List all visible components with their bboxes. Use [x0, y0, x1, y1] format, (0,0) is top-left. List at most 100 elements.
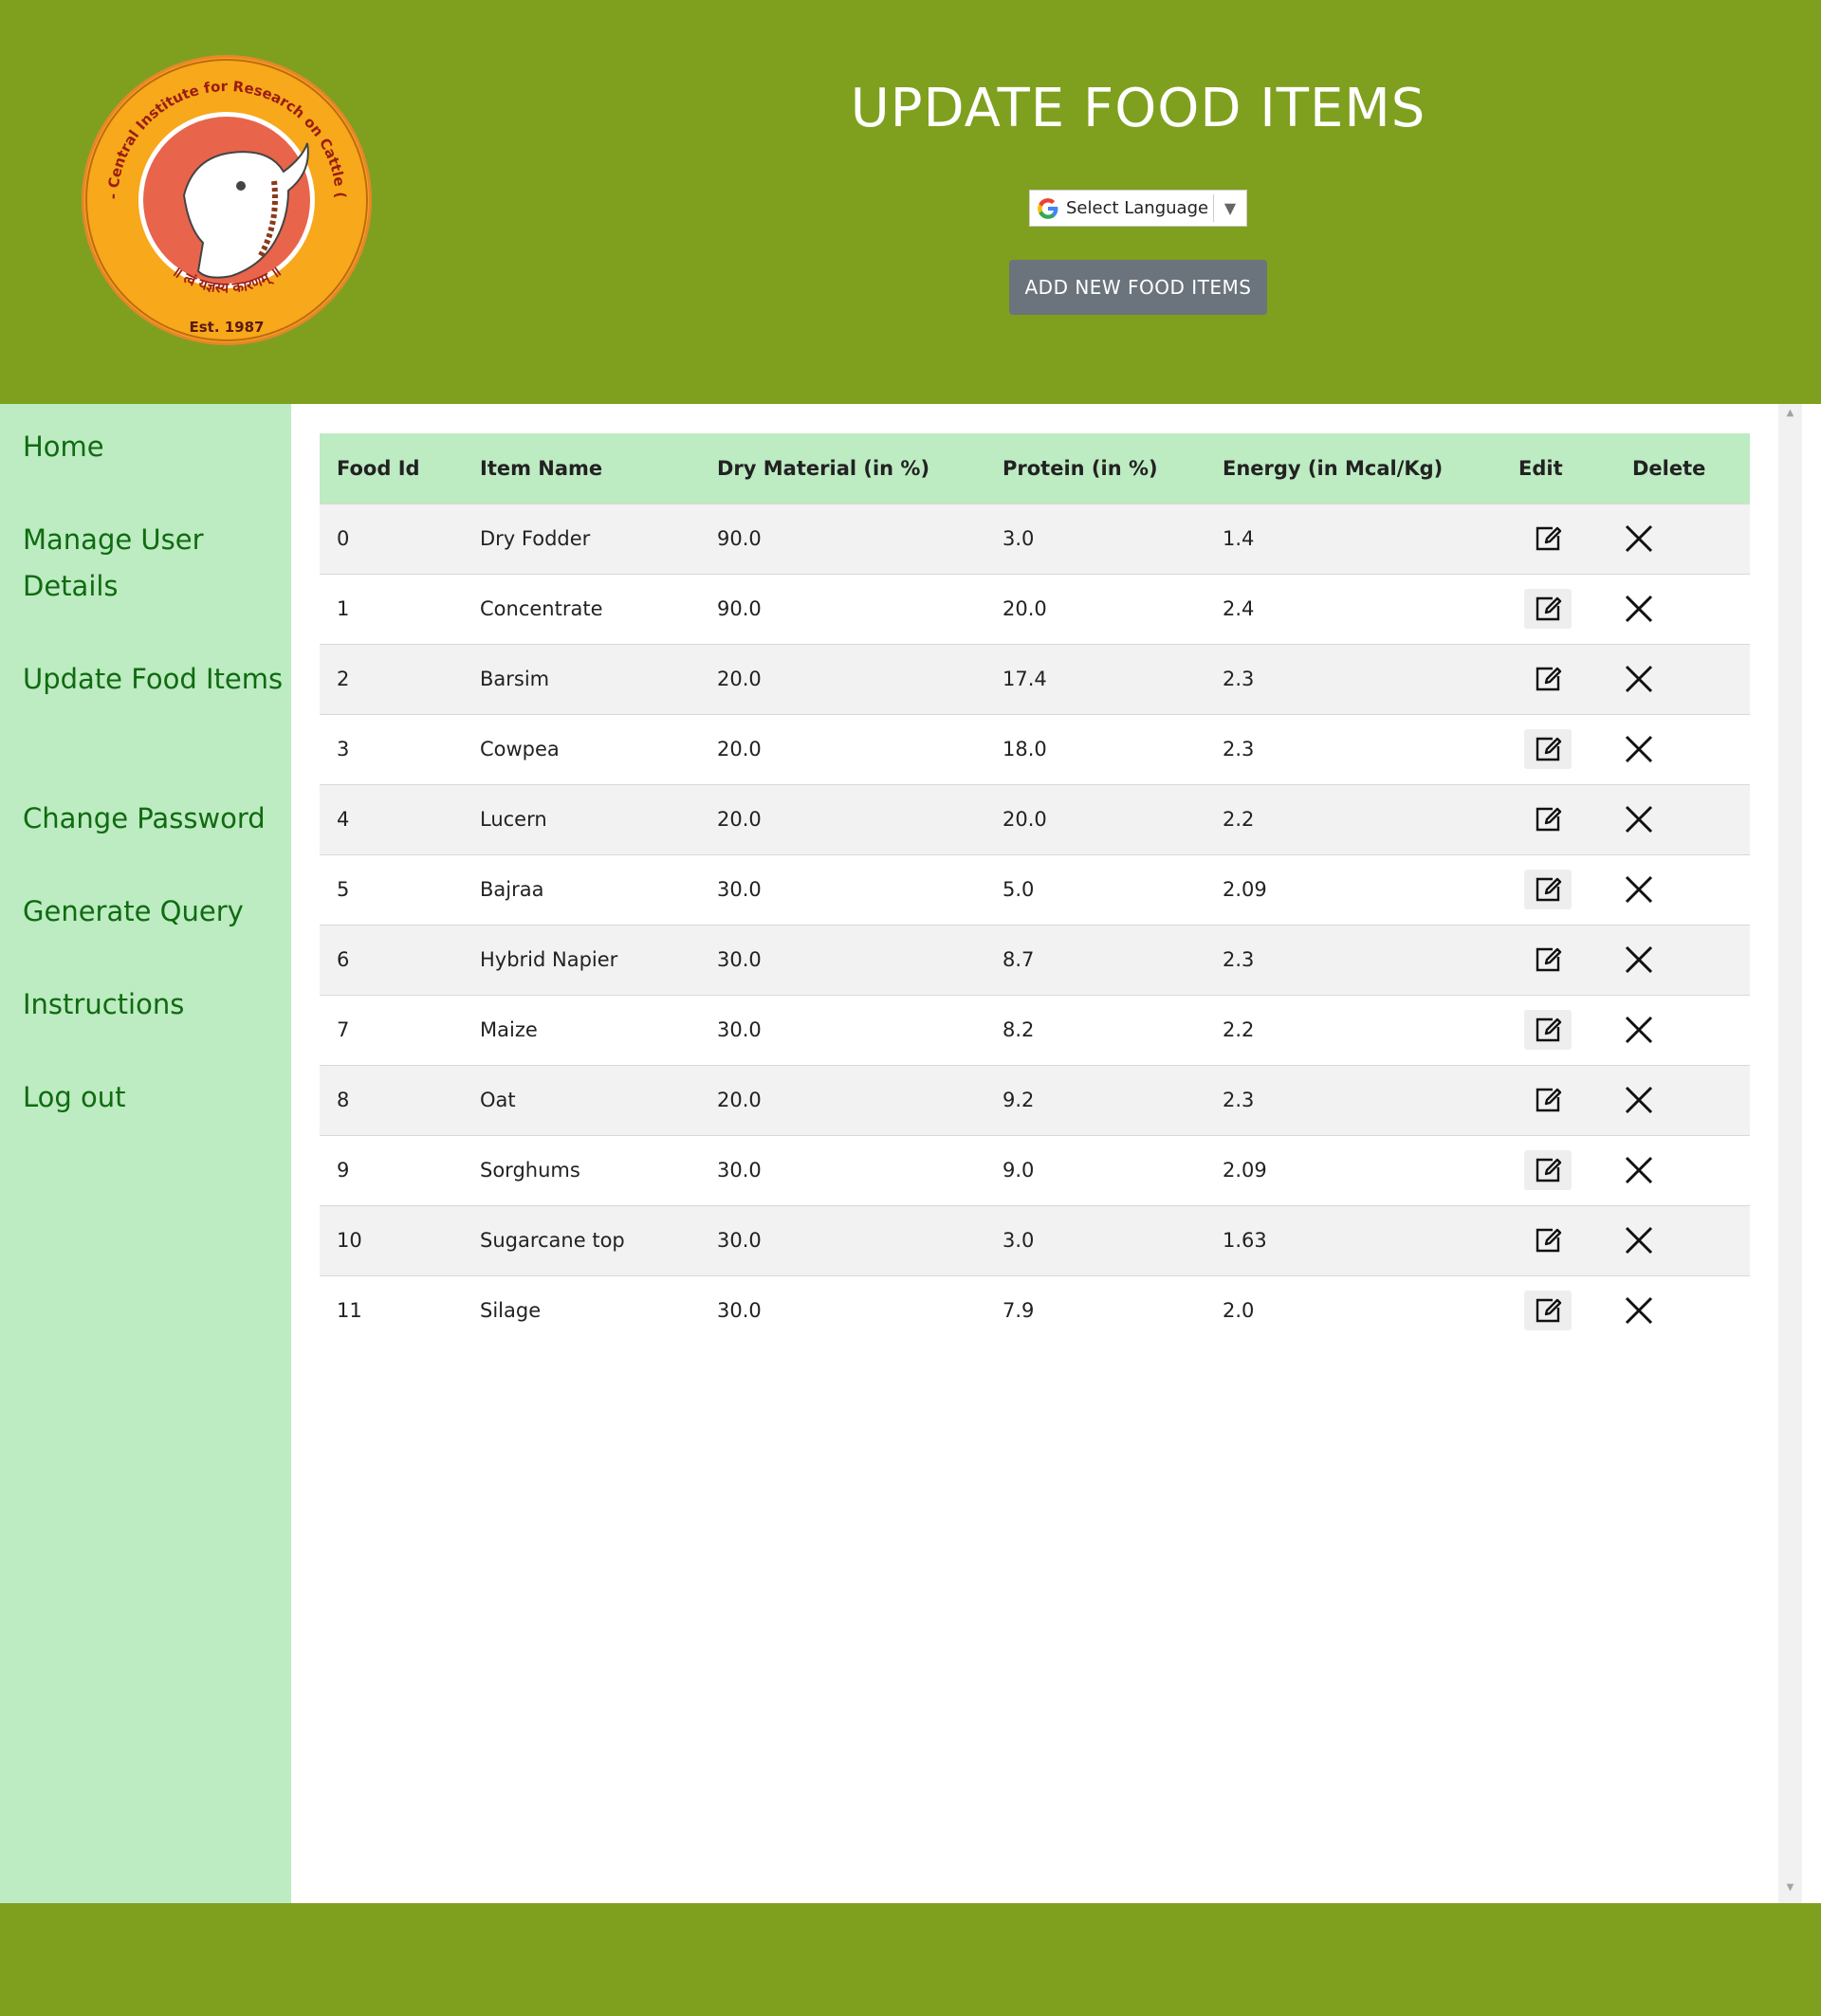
add-new-food-items-button[interactable]: ADD NEW FOOD ITEMS — [1009, 260, 1267, 315]
dry-material-cell: 30.0 — [717, 948, 762, 971]
energy-cell: 2.0 — [1223, 1299, 1255, 1323]
edit-icon[interactable] — [1524, 1150, 1572, 1190]
edit-cell — [1501, 995, 1615, 1065]
edit-icon[interactable] — [1524, 1080, 1572, 1120]
edit-cell — [1501, 925, 1615, 995]
energy-cell: 2.2 — [1223, 1018, 1255, 1041]
edit-icon[interactable] — [1524, 940, 1572, 980]
delete-cell — [1615, 574, 1750, 644]
logo-est: Est. 1987 — [189, 319, 264, 336]
protein-cell: 7.9 — [1002, 1299, 1035, 1323]
header: ICAR - Central Institute for Research on… — [0, 0, 1821, 404]
energy-cell: 1.63 — [1223, 1229, 1267, 1252]
dry-material-cell: 20.0 — [717, 738, 762, 761]
item-name-cell: Sorghums — [480, 1159, 580, 1182]
energy-cell: 2.09 — [1223, 878, 1267, 901]
food-id-cell: 5 — [337, 878, 350, 901]
close-icon[interactable] — [1615, 589, 1663, 629]
close-icon[interactable] — [1615, 940, 1663, 980]
edit-icon[interactable] — [1524, 729, 1572, 769]
sidebar-item-change-password[interactable]: Change Password — [23, 796, 288, 842]
close-icon[interactable] — [1615, 1291, 1663, 1330]
close-icon[interactable] — [1615, 1010, 1663, 1050]
edit-icon[interactable] — [1524, 659, 1572, 699]
scrollbar[interactable]: ▲ ▼ — [1778, 404, 1802, 1903]
food-items-table: Food Id Item Name Dry Material (in %) Pr… — [320, 433, 1750, 1346]
dry-material-cell: 30.0 — [717, 1018, 762, 1041]
protein-cell: 20.0 — [1002, 597, 1047, 620]
delete-cell — [1615, 504, 1750, 574]
sidebar-item-home[interactable]: Home — [23, 424, 288, 470]
table-row: 5 Bajraa 30.0 5.0 2.09 — [320, 854, 1750, 925]
column-header: Delete — [1632, 456, 1706, 480]
table-row: 9 Sorghums 30.0 9.0 2.09 — [320, 1135, 1750, 1205]
close-icon[interactable] — [1615, 729, 1663, 769]
chevron-down-icon[interactable]: ▼ — [1214, 199, 1246, 217]
edit-cell — [1501, 1135, 1615, 1205]
edit-icon[interactable] — [1524, 870, 1572, 909]
close-icon[interactable] — [1615, 1080, 1663, 1120]
scroll-up-arrow-icon[interactable]: ▲ — [1778, 408, 1802, 427]
language-select[interactable]: Select Language ▼ — [1029, 190, 1247, 227]
page-edge — [1802, 404, 1821, 1903]
energy-cell: 2.3 — [1223, 1089, 1255, 1111]
dry-material-cell: 90.0 — [717, 597, 762, 620]
item-name-cell: Sugarcane top — [480, 1229, 625, 1252]
column-header: Dry Material (in %) — [717, 456, 930, 480]
dry-material-cell: 90.0 — [717, 527, 762, 550]
close-icon[interactable] — [1615, 799, 1663, 839]
energy-cell: 2.09 — [1223, 1159, 1267, 1182]
delete-cell — [1615, 1275, 1750, 1346]
protein-cell: 20.0 — [1002, 808, 1047, 831]
sidebar-item-manage-user-details[interactable]: Manage User Details — [23, 517, 288, 610]
table-row: 7 Maize 30.0 8.2 2.2 — [320, 995, 1750, 1065]
edit-cell — [1501, 1275, 1615, 1346]
edit-icon[interactable] — [1524, 589, 1572, 629]
dry-material-cell: 30.0 — [717, 1159, 762, 1182]
edit-icon[interactable] — [1524, 1010, 1572, 1050]
sidebar-item-log-out[interactable]: Log out — [23, 1074, 288, 1121]
close-icon[interactable] — [1615, 1150, 1663, 1190]
item-name-cell: Barsim — [480, 668, 550, 690]
sidebar-item-update-food-items[interactable]: Update Food Items — [23, 656, 288, 703]
close-icon[interactable] — [1615, 870, 1663, 909]
table-row: 0 Dry Fodder 90.0 3.0 1.4 — [320, 504, 1750, 574]
item-name-cell: Lucern — [480, 808, 547, 831]
table-row: 10 Sugarcane top 30.0 3.0 1.63 — [320, 1205, 1750, 1275]
sidebar-item-generate-query[interactable]: Generate Query — [23, 889, 288, 935]
delete-cell — [1615, 1135, 1750, 1205]
energy-cell: 2.4 — [1223, 597, 1255, 620]
item-name-cell: Hybrid Napier — [480, 948, 618, 971]
delete-cell — [1615, 854, 1750, 925]
sidebar-item-instructions[interactable]: Instructions — [23, 981, 288, 1028]
edit-cell — [1501, 1205, 1615, 1275]
edit-icon[interactable] — [1524, 1291, 1572, 1331]
scroll-down-arrow-icon[interactable]: ▼ — [1778, 1882, 1802, 1901]
close-icon[interactable] — [1615, 1220, 1663, 1260]
food-id-cell: 0 — [337, 527, 350, 550]
close-icon[interactable] — [1615, 519, 1663, 559]
delete-cell — [1615, 784, 1750, 854]
food-id-cell: 4 — [337, 808, 350, 831]
sidebar: Home Manage User Details Update Food Ite… — [0, 404, 291, 1903]
edit-cell — [1501, 784, 1615, 854]
protein-cell: 3.0 — [1002, 527, 1035, 550]
protein-cell: 8.7 — [1002, 948, 1035, 971]
table-row: 1 Concentrate 90.0 20.0 2.4 — [320, 574, 1750, 644]
column-header: Food Id — [337, 456, 420, 480]
table-header-row: Food Id Item Name Dry Material (in %) Pr… — [320, 433, 1750, 504]
food-id-cell: 3 — [337, 738, 350, 761]
close-icon[interactable] — [1615, 659, 1663, 699]
item-name-cell: Maize — [480, 1018, 538, 1041]
column-header: Edit — [1518, 456, 1563, 480]
food-id-cell: 8 — [337, 1089, 350, 1111]
energy-cell: 2.2 — [1223, 808, 1255, 831]
google-icon — [1038, 197, 1058, 219]
edit-icon[interactable] — [1524, 1220, 1572, 1260]
language-label: Select Language — [1066, 198, 1209, 218]
item-name-cell: Silage — [480, 1299, 542, 1323]
edit-icon[interactable] — [1524, 799, 1572, 839]
delete-cell — [1615, 1065, 1750, 1135]
dry-material-cell: 20.0 — [717, 668, 762, 690]
edit-icon[interactable] — [1524, 519, 1572, 559]
